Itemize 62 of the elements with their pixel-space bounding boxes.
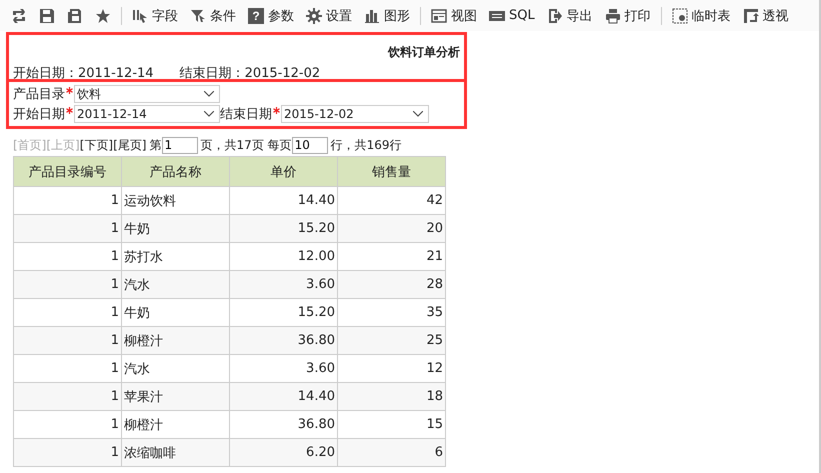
- page-input[interactable]: 1: [162, 136, 198, 154]
- table-cell: 1: [14, 270, 122, 298]
- column-header: 产品目录编号: [14, 156, 122, 186]
- table-cell: 牛奶: [122, 214, 230, 242]
- date-dropdown-field[interactable]: 2015-12-02: [281, 105, 429, 123]
- table-cell: 1: [14, 438, 122, 466]
- column-header: 单价: [230, 156, 338, 186]
- report-title: 饮料订单分析: [386, 44, 460, 61]
- end-date-text: 结束日期：2015-12-02: [180, 65, 320, 82]
- toolbar-button[interactable]: 字段: [127, 4, 183, 26]
- filter-icon: [190, 8, 206, 24]
- toolbar-button[interactable]: 导出: [542, 4, 598, 26]
- toolbar-button[interactable]: SQL: [484, 6, 540, 26]
- parameter-label: 产品目录: [13, 85, 74, 103]
- table-cell: 浓缩咖啡: [122, 438, 230, 466]
- field-icon: [132, 8, 148, 24]
- column-header: 产品名称: [122, 156, 230, 186]
- pager-text: 第: [150, 136, 162, 154]
- date-dropdown-field[interactable]: 2011-12-14: [74, 105, 220, 123]
- rows-per-page-input[interactable]: 10: [292, 136, 328, 154]
- table-cell: 1: [14, 214, 122, 242]
- print-icon: [604, 8, 621, 24]
- table-cell: 1: [14, 382, 122, 410]
- table-cell: 1: [14, 326, 122, 354]
- table-cell: 18: [338, 382, 446, 410]
- parameter-label: 结束日期: [220, 105, 281, 123]
- toolbar-button[interactable]: ? 参数: [243, 4, 299, 26]
- toolbar-button[interactable]: 条件: [185, 4, 241, 26]
- toolbar-button[interactable]: 图形: [359, 4, 415, 26]
- table-cell: 汽水: [122, 270, 230, 298]
- toolbar-button[interactable]: 视图: [426, 4, 482, 26]
- pager-link[interactable]: [尾页]: [113, 136, 146, 154]
- pager-text: 行，共169行: [330, 136, 402, 154]
- toolbar-button[interactable]: 设置: [301, 4, 357, 26]
- parameter-label: 开始日期: [13, 105, 74, 123]
- toolbar-button[interactable]: 打印: [600, 4, 656, 26]
- dropdown-field[interactable]: 饮料: [74, 85, 220, 103]
- table-cell: 14.40: [230, 382, 338, 410]
- table-cell: 20: [338, 214, 446, 242]
- table-cell: 15.20: [230, 214, 338, 242]
- table-cell: 28: [338, 270, 446, 298]
- start-date-text: 开始日期：2011-12-14: [13, 65, 154, 82]
- chevron-down-icon: [204, 91, 214, 97]
- chevron-down-icon: [413, 111, 423, 117]
- pager-link[interactable]: [下页]: [80, 136, 114, 154]
- toolbar-button[interactable]: 临时表: [666, 4, 736, 26]
- table-cell: 苹果汁: [122, 382, 230, 410]
- table-cell: 6: [338, 438, 446, 466]
- settings-icon: [306, 8, 322, 24]
- pager-text: 页，共17页 每页: [200, 136, 292, 154]
- table-cell: 3.60: [230, 270, 338, 298]
- table-cell: 柳橙汁: [122, 326, 230, 354]
- column-header: 销售量: [338, 156, 446, 186]
- table-cell: 6.20: [230, 438, 338, 466]
- table-cell: 25: [338, 326, 446, 354]
- export-icon: [546, 8, 563, 24]
- window-icon: [431, 8, 447, 24]
- bar-chart-icon: [364, 8, 380, 24]
- help-icon: ?: [248, 8, 264, 24]
- toolbar-button[interactable]: 透视: [738, 4, 794, 26]
- chevron-down-icon: [204, 111, 214, 117]
- table-cell: 36.80: [230, 326, 338, 354]
